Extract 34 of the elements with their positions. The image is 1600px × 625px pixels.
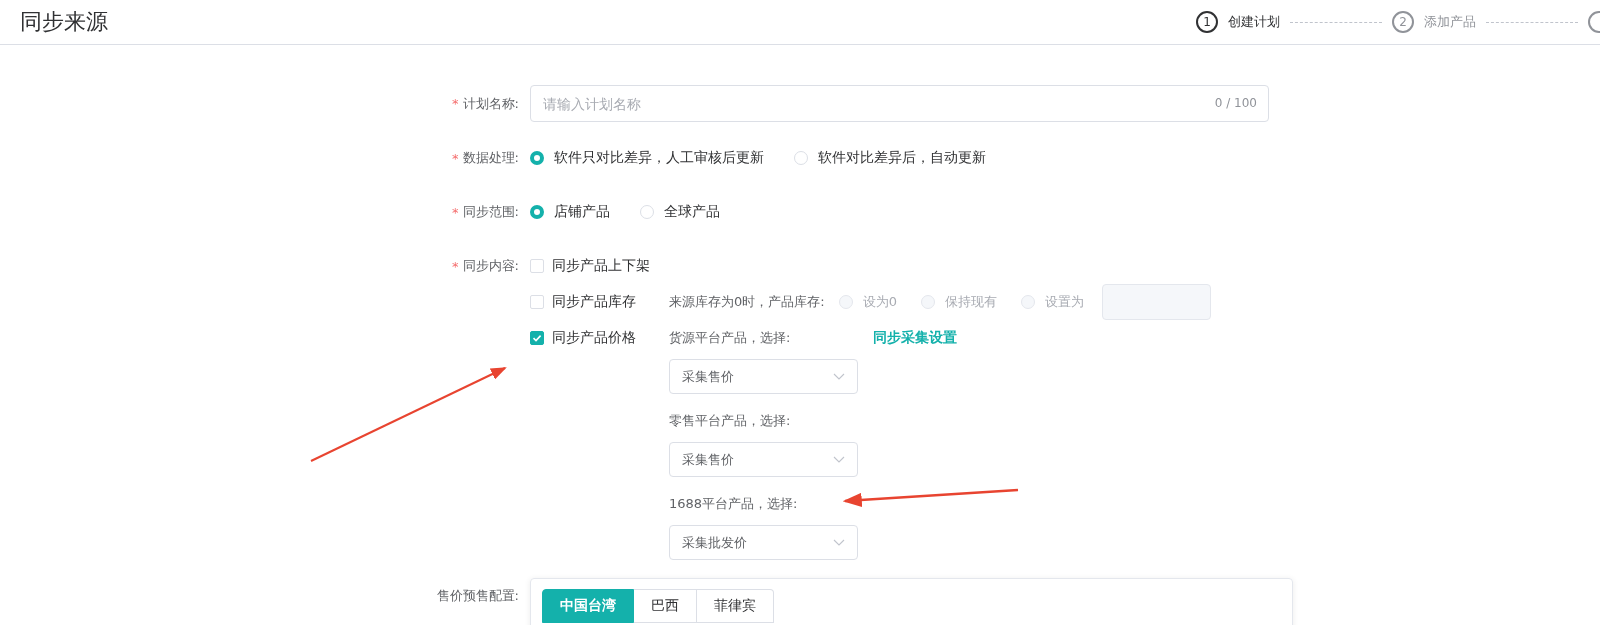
field-label: 数据处理: bbox=[462, 149, 519, 167]
checkbox-option[interactable]: 同步产品库存 bbox=[530, 284, 669, 320]
stock-prompt: 来源库存为0时，产品库存: bbox=[669, 293, 825, 311]
chevron-down-icon bbox=[833, 539, 845, 546]
required-mark: * bbox=[452, 204, 459, 220]
region-tab[interactable]: 巴西 bbox=[634, 589, 697, 623]
price-select[interactable]: 采集售价 bbox=[669, 359, 858, 394]
required-mark: * bbox=[452, 258, 459, 274]
step-number: 1 bbox=[1196, 11, 1218, 33]
source-label: 1688平台产品，选择: bbox=[669, 495, 799, 513]
radio-option[interactable]: 店铺产品 bbox=[530, 203, 610, 221]
step-label: 添加产品 bbox=[1424, 13, 1476, 31]
source-label: 零售平台产品，选择: bbox=[669, 412, 792, 430]
chevron-down-icon bbox=[833, 456, 845, 463]
chevron-down-icon bbox=[833, 373, 845, 380]
source-label: 货源平台产品，选择: bbox=[669, 329, 792, 347]
field-label: 售价预售配置: bbox=[436, 587, 519, 605]
required-mark: * bbox=[452, 96, 459, 111]
page-title: 同步来源 bbox=[20, 8, 108, 36]
step-label: 创建计划 bbox=[1228, 13, 1280, 31]
price-select[interactable]: 采集批发价 bbox=[669, 525, 858, 560]
region-tab[interactable]: 菲律宾 bbox=[697, 589, 774, 623]
radio-option[interactable]: 软件只对比差异，人工审核后更新 bbox=[530, 149, 764, 167]
step-number: 2 bbox=[1392, 11, 1414, 33]
required-mark: * bbox=[452, 150, 459, 166]
field-label: 同步内容: bbox=[462, 257, 519, 275]
field-label: 计划名称: bbox=[462, 94, 519, 113]
checkbox-option[interactable]: 同步产品上下架 bbox=[530, 248, 669, 284]
character-counter: 0 / 100 bbox=[1214, 96, 1257, 110]
price-select[interactable]: 采集售价 bbox=[669, 442, 858, 477]
field-label: 同步范围: bbox=[462, 203, 519, 221]
radio-option[interactable]: 软件对比差异后，自动更新 bbox=[794, 149, 986, 167]
checkbox-option[interactable]: 同步产品价格 bbox=[530, 320, 669, 356]
radio-option[interactable]: 全球产品 bbox=[640, 203, 720, 221]
